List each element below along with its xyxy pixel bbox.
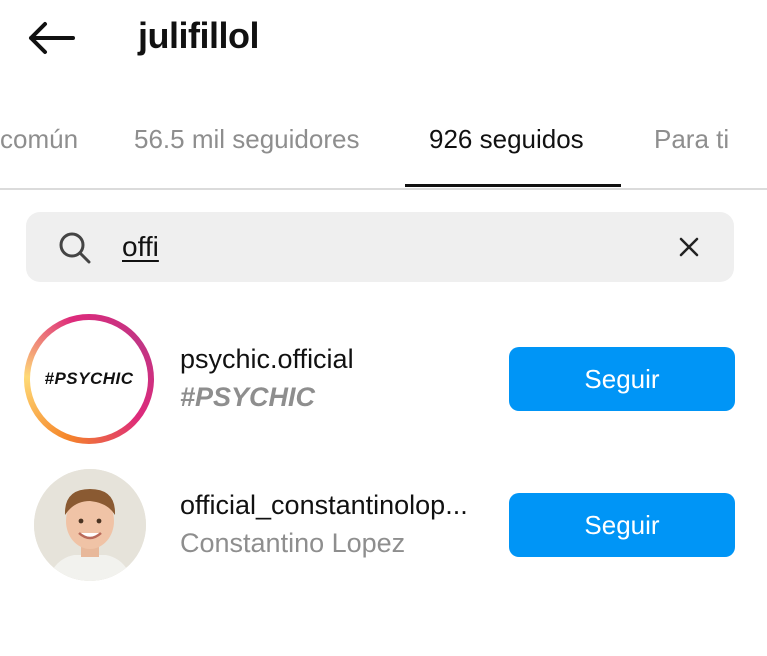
full-name: #PSYCHIC (180, 382, 316, 412)
avatar-logo-text: #PSYCHIC (44, 369, 134, 388)
tab-comun[interactable]: común (0, 122, 78, 156)
tab-seguidos[interactable]: 926 seguidos (429, 122, 584, 156)
tab-para-ti[interactable]: Para ti (654, 122, 729, 156)
list-item[interactable]: official_constantinolop... Constantino L… (0, 466, 767, 596)
top-bar: julifillol (0, 0, 767, 80)
search-bar[interactable] (26, 212, 734, 282)
full-name: Constantino Lopez (180, 528, 406, 558)
page-title: julifillol (138, 15, 259, 56)
search-input[interactable] (122, 226, 662, 268)
search-icon (59, 232, 91, 264)
avatar[interactable] (34, 469, 146, 581)
clear-search-button[interactable] (674, 232, 704, 262)
list-item[interactable]: #PSYCHIC psychic.official #PSYCHIC Segui… (0, 314, 767, 444)
tab-seguidores[interactable]: 56.5 mil seguidores (134, 122, 359, 156)
follow-button[interactable]: Seguir (509, 493, 735, 557)
arrow-left-icon (29, 22, 75, 54)
username[interactable]: official_constantinolop... (180, 488, 468, 522)
close-icon (679, 237, 699, 257)
avatar: #PSYCHIC (35, 325, 143, 433)
profile-photo (34, 469, 146, 581)
story-ring[interactable]: #PSYCHIC (24, 314, 154, 444)
active-tab-indicator (405, 184, 621, 187)
back-button[interactable] (22, 14, 78, 62)
username[interactable]: psychic.official (180, 342, 354, 376)
tab-bar: común 56.5 mil seguidores 926 seguidos P… (0, 96, 767, 190)
follow-button[interactable]: Seguir (509, 347, 735, 411)
